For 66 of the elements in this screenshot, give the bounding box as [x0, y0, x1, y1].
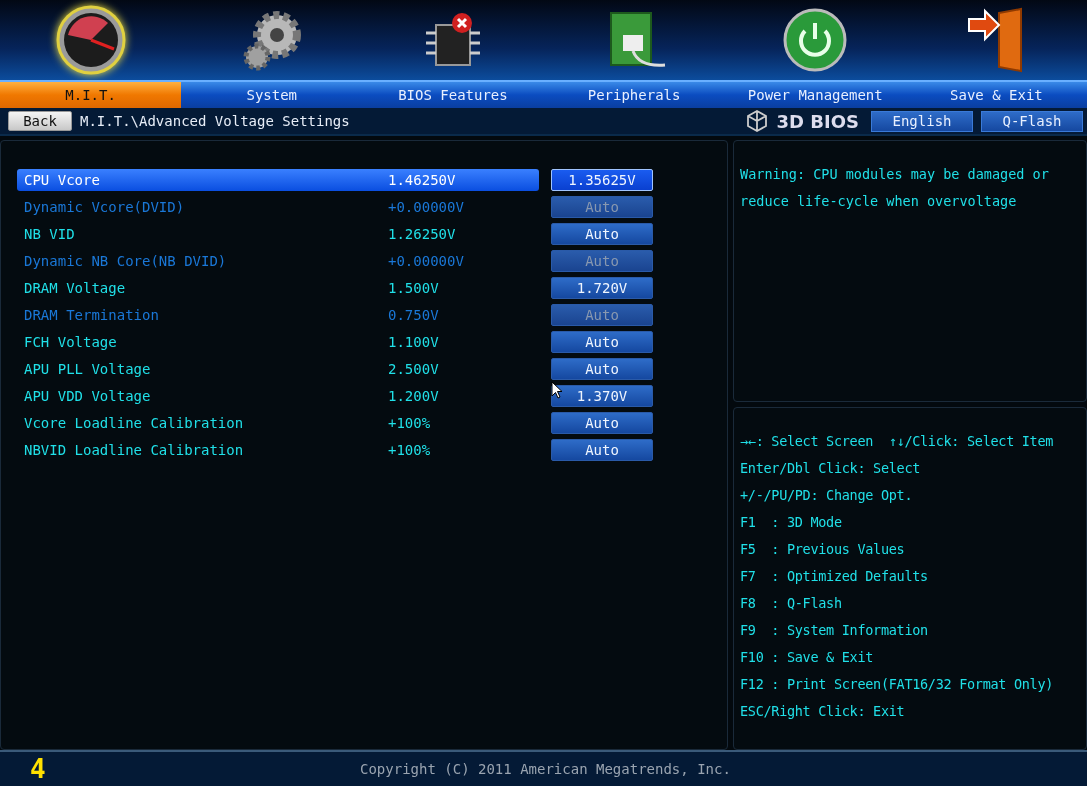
key-help-line: F10 : Save & Exit — [740, 649, 875, 667]
current-value: 1.26250V — [388, 225, 456, 242]
cube-icon — [744, 109, 769, 133]
setting-value-button[interactable]: Auto — [551, 438, 653, 461]
speedometer-icon[interactable] — [55, 5, 126, 75]
menu-tab[interactable]: System — [181, 82, 363, 108]
setting-label: DRAM Termination — [24, 306, 160, 323]
setting-label: NB VID — [24, 225, 76, 242]
menu-tab[interactable]: Save & Exit — [905, 82, 1087, 108]
back-button[interactable]: Back — [8, 111, 72, 131]
setting-value-button[interactable]: Auto — [551, 330, 653, 353]
menu-tab[interactable]: Power Management — [724, 82, 906, 108]
setting-value-button[interactable]: 1.370V — [551, 384, 653, 407]
current-value: 1.200V — [388, 387, 439, 404]
setting-label: Dynamic NB Core(NB DVID) — [24, 252, 228, 269]
key-help-line: F1 : 3D Mode — [740, 514, 843, 532]
setting-value-button[interactable]: 1.35625V — [551, 168, 653, 191]
setting-value-button[interactable]: Auto — [551, 222, 653, 245]
post-code: 4 — [29, 754, 47, 784]
current-value: 1.100V — [388, 333, 439, 350]
menu-tab[interactable]: BIOS Features — [362, 82, 544, 108]
key-help-line: F12 : Print Screen(FAT16/32 Format Only) — [740, 676, 1055, 694]
setting-row[interactable]: NBVID Loadline Calibration +100% — [17, 438, 539, 461]
current-value: +100% — [388, 414, 431, 431]
setting-label: FCH Voltage — [24, 333, 118, 350]
current-value: 2.500V — [388, 360, 439, 377]
setting-label: APU VDD Voltage — [24, 387, 152, 404]
breadcrumb: M.I.T.\Advanced Voltage Settings — [80, 113, 350, 129]
setting-row[interactable]: APU VDD Voltage 1.200V — [17, 384, 539, 407]
setting-row[interactable]: Vcore Loadline Calibration +100% — [17, 411, 539, 434]
menu-tab[interactable]: Peripherals — [543, 82, 725, 108]
setting-row[interactable]: DRAM Voltage 1.500V — [17, 276, 539, 299]
setting-label: Dynamic Vcore(DVID) — [24, 198, 186, 215]
current-value: 0.750V — [388, 306, 439, 323]
setting-row[interactable]: APU PLL Voltage 2.500V — [17, 357, 539, 380]
setting-label: Vcore Loadline Calibration — [24, 414, 245, 431]
current-value: 1.500V — [388, 279, 439, 296]
current-value: +100% — [388, 441, 431, 458]
setting-value-button[interactable]: Auto — [551, 411, 653, 434]
setting-label: NBVID Loadline Calibration — [24, 441, 245, 458]
setting-value-button[interactable]: Auto — [551, 357, 653, 380]
key-help-line: F5 : Previous Values — [740, 541, 906, 559]
logo-text: 3D BIOS — [776, 110, 859, 132]
help-text: Warning: CPU modules may be damaged or reduce life-cycle when overvoltage — [740, 165, 1050, 211]
nav-button[interactable]: English — [871, 110, 973, 132]
key-help-line: ESC/Right Click: Exit — [740, 703, 906, 721]
current-value: +0.00000V — [388, 198, 464, 215]
setting-label: DRAM Voltage — [24, 279, 127, 296]
setting-row[interactable]: FCH Voltage 1.100V — [17, 330, 539, 353]
key-help-line: Enter/Dbl Click: Select — [740, 460, 922, 478]
copyright-text: Copyright (C) 2011 American Megatrends, Inc. — [360, 761, 731, 777]
key-help-line: F8 : Q-Flash — [740, 595, 843, 613]
key-help-line: +/-/PU/PD: Change Opt. — [740, 487, 914, 505]
setting-value-button[interactable]: 1.720V — [551, 276, 653, 299]
setting-row[interactable]: NB VID 1.26250V — [17, 222, 539, 245]
key-help-line: →←: Select Screen ↑↓/Click: Select Item — [740, 433, 1055, 451]
key-help-line: F9 : System Information — [740, 622, 929, 640]
menu-tab[interactable]: M.I.T. — [0, 82, 182, 108]
setting-label: APU PLL Voltage — [24, 360, 152, 377]
current-value: 1.46250V — [388, 171, 456, 188]
nav-button[interactable]: Q-Flash — [981, 110, 1083, 132]
current-value: +0.00000V — [388, 252, 464, 269]
mouse-cursor-icon — [551, 381, 563, 399]
key-help-line: F7 : Optimized Defaults — [740, 568, 929, 586]
setting-label: CPU Vcore — [24, 171, 101, 188]
selected-row-highlight[interactable]: CPU Vcore 1.46250V — [17, 168, 539, 191]
